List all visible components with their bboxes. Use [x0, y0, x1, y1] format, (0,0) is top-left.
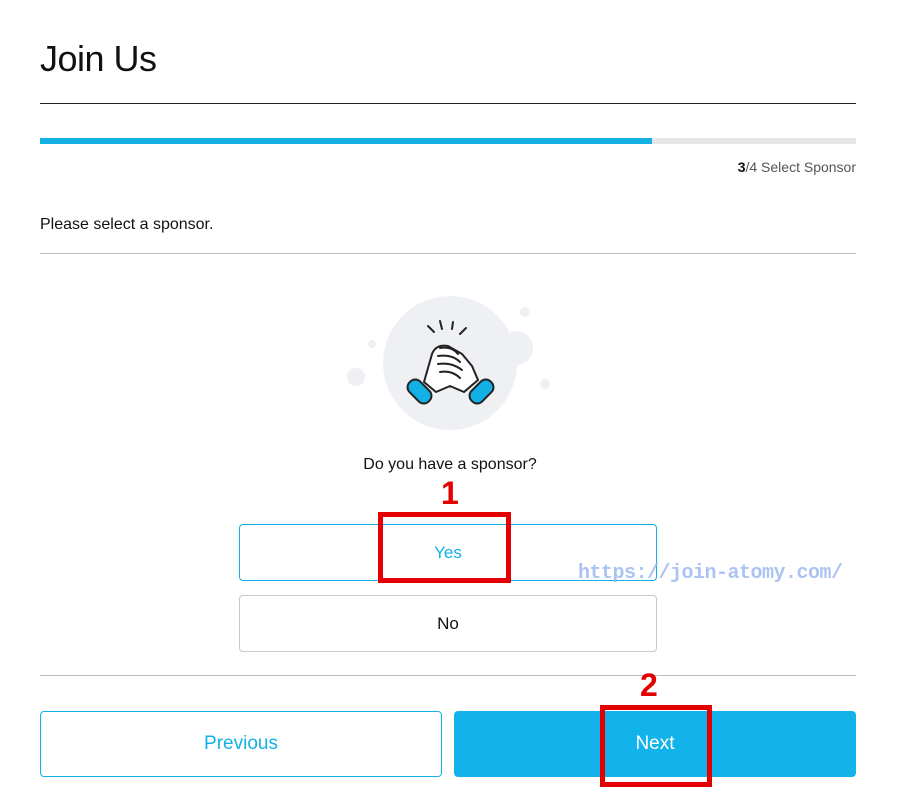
annotation-number-2: 2 — [640, 667, 658, 703]
progress-bar — [40, 138, 856, 144]
annotation-box-2 — [600, 705, 712, 787]
sponsor-prompt: Please select a sponsor. — [40, 216, 214, 233]
step-indicator: 3/4 Select Sponsor — [738, 159, 856, 175]
step-label: /4 Select Sponsor — [745, 159, 856, 175]
previous-button[interactable]: Previous — [40, 711, 442, 777]
handshake-icon — [347, 296, 550, 430]
no-option-button[interactable]: No — [239, 595, 657, 652]
title-divider — [40, 103, 856, 104]
annotation-box-1 — [378, 512, 511, 583]
annotation-number-1: 1 — [441, 475, 459, 511]
page-title: Join Us — [40, 38, 157, 79]
footer-divider — [40, 675, 856, 676]
watermark-text: https://join-atomy.com/ — [578, 562, 843, 585]
sponsor-question: Do you have a sponsor? — [363, 456, 537, 473]
prompt-divider — [40, 253, 856, 254]
progress-bar-fill — [40, 138, 652, 144]
